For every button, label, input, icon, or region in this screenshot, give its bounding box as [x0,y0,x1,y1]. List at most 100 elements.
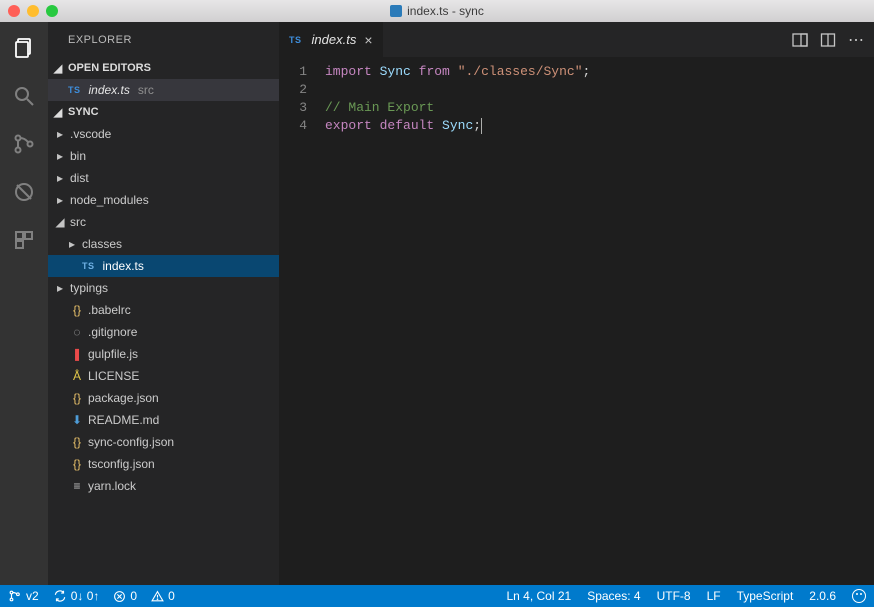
tab-index-ts[interactable]: TS index.ts × [279,22,384,57]
tree-item-label: package.json [88,391,159,405]
tree-item-label: LICENSE [88,369,139,383]
ts-icon: TS [289,35,302,45]
status-eol[interactable]: LF [707,589,721,603]
close-icon[interactable]: × [364,32,372,48]
activity-search[interactable] [10,82,38,110]
chevron-right-icon: ▸ [66,237,78,251]
status-feedback[interactable] [852,589,866,603]
chevron-down-icon: ◢ [52,62,64,75]
tree-file[interactable]: Å LICENSE [48,365,279,387]
titlebar: index.ts - sync [0,0,874,22]
workbench: EXPLORER ◢ OPEN EDITORS TS index.ts src … [0,22,874,585]
open-editor-item[interactable]: TS index.ts src [48,79,279,101]
chevron-right-icon: ▸ [54,149,66,163]
json-icon: {} [70,391,84,405]
tree-folder[interactable]: ◢src [48,211,279,233]
tree-file[interactable]: ≡yarn.lock [48,475,279,497]
status-indentation[interactable]: Spaces: 4 [587,589,640,603]
status-sync-counts: 0↓ 0↑ [71,589,100,603]
split-editor-icon[interactable] [792,32,808,48]
tree-folder[interactable]: ▸ node_modules [48,189,279,211]
status-ext-version[interactable]: 2.0.6 [809,589,836,603]
tree-item-label: gulpfile.js [88,347,138,361]
tree-item-label: node_modules [70,193,149,207]
license-icon: Å [70,369,84,383]
tree-file[interactable]: ◌.gitignore [48,321,279,343]
tree-folder[interactable]: ▸ classes [48,233,279,255]
open-editor-path: src [138,83,154,97]
tree-folder[interactable]: ▸ bin [48,145,279,167]
status-language[interactable]: TypeScript [737,589,794,603]
status-error-count: 0 [130,589,137,603]
chevron-down-icon: ◢ [54,215,66,229]
chevron-right-icon: ▸ [54,193,66,207]
activity-git[interactable] [10,130,38,158]
tree-item-label: classes [82,237,122,251]
status-warnings[interactable]: 0 [151,589,175,603]
tree-file[interactable]: {} package.json [48,387,279,409]
tree-item-label: .vscode [70,127,111,141]
activity-extensions[interactable] [10,226,38,254]
tree-file[interactable]: {}tsconfig.json [48,453,279,475]
tree-folder[interactable]: ▸ .vscode [48,123,279,145]
activity-explorer[interactable] [10,34,38,62]
activity-bar [0,22,48,585]
window-minimize-button[interactable] [27,5,39,17]
ts-icon: TS [68,85,81,95]
workspace-header[interactable]: ◢ SYNC [48,101,279,123]
tree-item-label: .gitignore [88,325,137,339]
file-tree: ▸.vscode▸bin▸dist▸node_modules◢src▸class… [48,123,279,585]
activity-debug[interactable] [10,178,38,206]
tree-file[interactable]: {} sync-config.json [48,431,279,453]
tree-item-label: typings [70,281,108,295]
status-git-branch[interactable]: v2 [8,589,39,603]
status-cursor-position[interactable]: Ln 4, Col 21 [506,589,571,603]
tree-file[interactable]: {}.babelrc [48,299,279,321]
tree-folder[interactable]: ▸dist [48,167,279,189]
tree-file[interactable]: ❚ gulpfile.js [48,343,279,365]
editor-tabs: TS index.ts × ⋯ [279,22,874,57]
tree-item-label: index.ts [103,259,144,273]
gulp-icon: ❚ [70,347,84,361]
status-errors[interactable]: 0 [113,589,137,603]
tree-item-label: sync-config.json [88,435,174,449]
line-numbers: 1234 [279,63,325,585]
explorer-sidebar: EXPLORER ◢ OPEN EDITORS TS index.ts src … [48,22,279,585]
layout-icon[interactable] [820,32,836,48]
tree-item-label: yarn.lock [88,479,136,493]
workspace-label: SYNC [68,106,99,118]
tree-file[interactable]: ⬇README.md [48,409,279,431]
code-content[interactable]: import Sync from "./classes/Sync"; // Ma… [325,63,874,585]
open-editors-label: OPEN EDITORS [68,62,151,74]
tab-filename: index.ts [312,32,357,47]
json-icon: {} [70,435,84,449]
sidebar-title: EXPLORER [48,22,279,57]
chevron-right-icon: ▸ [54,127,66,141]
smiley-icon [852,589,866,603]
status-git-sync[interactable]: 0↓ 0↑ [53,589,100,603]
more-icon[interactable]: ⋯ [848,32,864,48]
chevron-right-icon: ▸ [54,281,66,295]
editor-group: TS index.ts × ⋯ 1234 import Sync from ".… [279,22,874,585]
tree-item-label: bin [70,149,86,163]
window-controls [8,5,58,17]
status-version: v2 [26,589,39,603]
chevron-down-icon: ◢ [52,106,64,119]
code-editor[interactable]: 1234 import Sync from "./classes/Sync"; … [279,57,874,585]
editor-actions: ⋯ [792,22,874,57]
window-title: index.ts - sync [407,4,484,18]
open-editor-filename: index.ts [89,83,130,97]
tree-file[interactable]: TS index.ts [48,255,279,277]
window-zoom-button[interactable] [46,5,58,17]
tree-folder[interactable]: ▸ typings [48,277,279,299]
window-close-button[interactable] [8,5,20,17]
vscode-icon [390,5,402,17]
tree-item-label: README.md [88,413,159,427]
chevron-right-icon: ▸ [54,171,66,185]
tree-item-label: .babelrc [88,303,131,317]
ts-icon: TS [82,261,95,271]
status-encoding[interactable]: UTF-8 [657,589,691,603]
json-icon: {} [70,457,84,471]
open-editors-header[interactable]: ◢ OPEN EDITORS [48,57,279,79]
status-warning-count: 0 [168,589,175,603]
